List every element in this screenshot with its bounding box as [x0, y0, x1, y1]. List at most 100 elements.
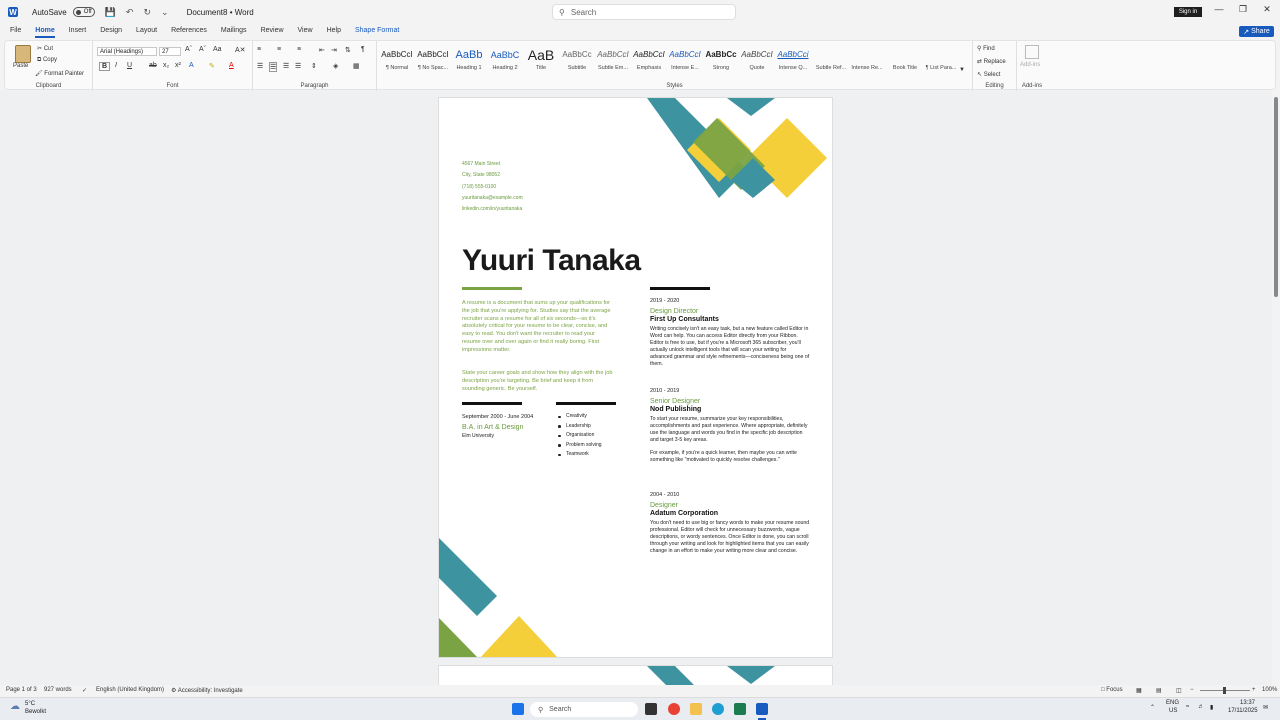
job-dates[interactable]: 2010 - 2019 [650, 388, 810, 394]
style-subtle-reference[interactable]: Subtle Ref... [813, 49, 849, 71]
job-description[interactable]: Writing concisely isn't an easy task, bu… [650, 326, 810, 368]
style-subtle-emphasis[interactable]: AaBbCcI Subtle Em... [595, 49, 631, 71]
sign-in-button[interactable]: Sign in [1174, 7, 1202, 17]
zoom-in-icon[interactable]: + [1252, 687, 1256, 693]
close-icon[interactable]: ✕ [1260, 4, 1274, 15]
list-item[interactable]: Teamwork [557, 450, 602, 460]
select-button[interactable]: ↖ Select [977, 71, 1000, 78]
customize-toolbar-icon[interactable]: ⌄ [161, 7, 169, 18]
list-item[interactable]: Leadership [557, 422, 602, 432]
accessibility-status[interactable]: ⚙ Accessibility: Investigate [171, 687, 243, 694]
read-mode-icon[interactable]: ▦ [1136, 687, 1142, 694]
document-page[interactable]: 4567 Main Street City, State 98052 (718)… [438, 97, 833, 658]
style-book-title[interactable]: Book Title [887, 49, 923, 71]
task-view-icon[interactable] [645, 703, 657, 715]
contact-address[interactable]: 4567 Main Street [462, 161, 500, 167]
style-intense-emphasis[interactable]: AaBbCcI Intense E... [667, 49, 703, 71]
share-button[interactable]: ↗ Share [1239, 26, 1274, 37]
shrink-font-icon[interactable]: Aˇ [199, 46, 206, 53]
education-degree[interactable]: B.A. in Art & Design [462, 424, 523, 431]
align-left-icon[interactable]: ☰ [257, 62, 263, 70]
language[interactable]: English (United Kingdom) [96, 687, 164, 693]
font-color-icon[interactable]: A [229, 62, 234, 69]
style-quote[interactable]: AaBbCcI Quote [739, 49, 775, 71]
contact-city[interactable]: City, State 98052 [462, 172, 500, 178]
minimize-icon[interactable]: — [1212, 4, 1226, 14]
redo-icon[interactable]: ↻ [143, 7, 151, 18]
restore-icon[interactable]: ❐ [1236, 4, 1250, 15]
tab-references[interactable]: References [171, 24, 207, 38]
store-icon[interactable] [734, 703, 746, 715]
chrome-icon[interactable] [668, 703, 680, 715]
style-intense-quote[interactable]: AaBbCci Intense Q... [775, 49, 811, 71]
paste-icon[interactable] [15, 45, 31, 63]
tab-review[interactable]: Review [261, 24, 284, 38]
header-shape-graphic-2[interactable] [647, 666, 833, 685]
edge-icon[interactable] [712, 703, 724, 715]
list-item[interactable]: Creativity [557, 412, 602, 422]
job-description-extra[interactable]: For example, if you're a quick learner, … [650, 450, 810, 464]
clock-time[interactable]: 13:37 [1240, 700, 1255, 706]
multilevel-list-icon[interactable]: ≡ [297, 46, 301, 53]
format-painter-button[interactable]: 🖌 Format Painter [35, 70, 84, 77]
focus-button[interactable]: □ Focus [1101, 687, 1123, 693]
wifi-icon[interactable]: ≈ [1186, 704, 1189, 710]
list-item[interactable]: Organisation [557, 431, 602, 441]
tab-layout[interactable]: Layout [136, 24, 157, 38]
job-company[interactable]: First Up Consultants [650, 316, 810, 323]
italic-icon[interactable]: I [115, 62, 117, 69]
volume-icon[interactable]: ♬ [1198, 704, 1204, 710]
clock-date[interactable]: 17/11/2025 [1228, 708, 1258, 714]
style-heading-2[interactable]: AaBbC Heading 2 [487, 49, 523, 71]
notification-icon[interactable]: ✉ [1263, 704, 1268, 711]
show-marks-icon[interactable]: ¶ [361, 46, 365, 53]
job-dates[interactable]: 2019 - 2020 [650, 298, 810, 304]
job-title[interactable]: Senior Designer [650, 398, 810, 405]
page-count[interactable]: Page 1 of 3 [6, 687, 37, 693]
style-emphasis[interactable]: AaBbCcI Emphasis [631, 49, 667, 71]
addins-button[interactable]: Add-ins [1020, 62, 1040, 68]
decrease-indent-icon[interactable]: ⇤ [319, 46, 325, 54]
line-spacing-icon[interactable]: ⇕ [311, 62, 317, 70]
subscript-icon[interactable]: x₂ [163, 62, 169, 69]
list-item[interactable]: Problem solving [557, 441, 602, 451]
job-description[interactable]: You don't need to use big or fancy words… [650, 520, 810, 555]
web-layout-icon[interactable]: ◫ [1176, 687, 1182, 694]
justify-icon[interactable]: ☰ [295, 62, 301, 70]
summary-paragraph-1[interactable]: A resume is a document that sums up your… [462, 300, 614, 355]
education-school[interactable]: Elm University [462, 433, 494, 439]
summary-paragraph-2[interactable]: State your career goals and show how the… [462, 370, 614, 393]
scroll-thumb[interactable] [1274, 97, 1278, 297]
style-heading-1[interactable]: AaBb Heading 1 [451, 49, 487, 71]
zoom-level[interactable]: 100% [1262, 687, 1277, 693]
cut-button[interactable]: ✂ Cut [37, 45, 53, 52]
underline-icon[interactable]: U [127, 62, 132, 69]
job-description[interactable]: To start your resume, summarize your key… [650, 416, 810, 444]
align-center-icon[interactable]: ☰ [269, 62, 278, 72]
vertical-scrollbar[interactable] [1272, 91, 1280, 685]
font-name-select[interactable]: Arial (Headings) [97, 47, 157, 56]
addins-icon[interactable] [1025, 45, 1039, 59]
zoom-out-icon[interactable]: − [1190, 687, 1194, 693]
footer-shape-graphic[interactable] [439, 538, 579, 658]
text-effects-icon[interactable]: A [189, 62, 194, 69]
tab-design[interactable]: Design [100, 24, 122, 38]
print-layout-icon[interactable]: ▤ [1156, 687, 1162, 694]
grow-font-icon[interactable]: Aˆ [185, 46, 192, 53]
autosave-toggle[interactable]: Off [72, 7, 95, 17]
style-title[interactable]: AaB Title [523, 48, 559, 71]
resume-name[interactable]: Yuuri Tanaka [462, 244, 641, 278]
tab-view[interactable]: View [298, 24, 313, 38]
font-size-select[interactable]: 27 [159, 47, 181, 56]
job-dates[interactable]: 2004 - 2010 [650, 492, 810, 498]
tray-chevron-icon[interactable]: ⌃ [1150, 704, 1155, 711]
bullets-icon[interactable]: ≡ [257, 46, 261, 53]
language-indicator[interactable]: ENG [1166, 700, 1179, 706]
paste-button[interactable]: Paste [13, 63, 28, 69]
bold-icon[interactable]: B [99, 62, 111, 71]
style-strong[interactable]: AaBbCc Strong [703, 49, 739, 71]
sort-icon[interactable]: ⇅ [345, 46, 351, 54]
contact-email[interactable]: yuuritanaka@example.com [462, 195, 523, 201]
tab-insert[interactable]: Insert [69, 24, 87, 38]
start-icon[interactable] [512, 703, 524, 715]
